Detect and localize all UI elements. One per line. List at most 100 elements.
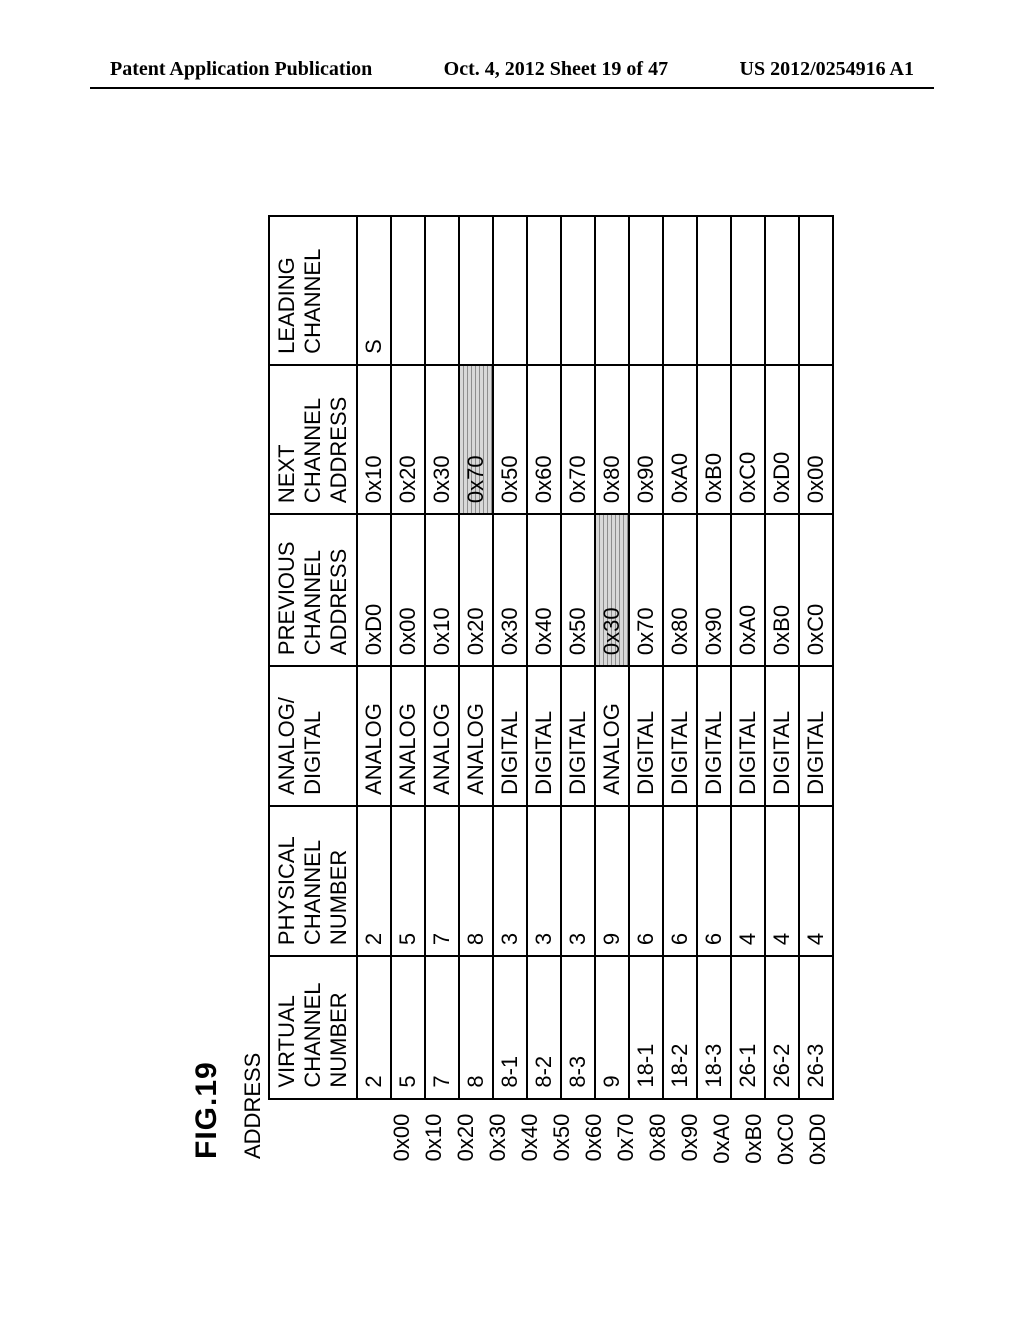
header-right: US 2012/0254916 A1 xyxy=(740,58,914,81)
table-row: 8-33DIGITAL0x500x70 xyxy=(561,216,595,1099)
table-row: 18-16DIGITAL0x700x90 xyxy=(629,216,663,1099)
cell-previous-channel-address: 0x70 xyxy=(629,514,663,666)
cell-previous-channel-address: 0x40 xyxy=(527,514,561,666)
cell-physical-channel-number: 5 xyxy=(391,806,425,956)
cell-virtual-channel-number: 18-1 xyxy=(629,956,663,1099)
col-analog-digital: ANALOG/DIGITAL xyxy=(269,666,357,806)
table-row: 26-34DIGITAL0xC00x00 xyxy=(799,216,833,1099)
table-row: 55ANALOG0x000x20 xyxy=(391,216,425,1099)
cell-analog-digital: DIGITAL xyxy=(493,666,527,806)
channel-table: VIRTUALCHANNELNUMBER PHYSICALCHANNELNUMB… xyxy=(268,215,834,1100)
table-row: 18-26DIGITAL0x800xA0 xyxy=(663,216,697,1099)
cell-previous-channel-address: 0xB0 xyxy=(765,514,799,666)
header-center: Oct. 4, 2012 Sheet 19 of 47 xyxy=(444,58,668,81)
table-row: 77ANALOG0x100x30 xyxy=(425,216,459,1099)
cell-analog-digital: ANALOG xyxy=(425,666,459,806)
cell-physical-channel-number: 3 xyxy=(561,806,595,956)
cell-analog-digital: DIGITAL xyxy=(561,666,595,806)
table-row: 8-13DIGITAL0x300x50 xyxy=(493,216,527,1099)
cell-next-channel-address: 0x90 xyxy=(629,365,663,514)
page-header: Patent Application Publication Oct. 4, 2… xyxy=(0,58,1024,89)
cell-leading-channel xyxy=(561,216,595,365)
cell-virtual-channel-number: 8-3 xyxy=(561,956,595,1099)
cell-virtual-channel-number: 26-2 xyxy=(765,956,799,1099)
cell-physical-channel-number: 6 xyxy=(629,806,663,956)
cell-analog-digital: DIGITAL xyxy=(799,666,833,806)
cell-next-channel-address: 0xC0 xyxy=(731,365,765,514)
address-header-spacer xyxy=(294,1110,386,1165)
cell-next-channel-address: 0xD0 xyxy=(765,365,799,514)
cell-analog-digital: DIGITAL xyxy=(527,666,561,806)
cell-analog-digital: DIGITAL xyxy=(697,666,731,806)
address-cell: 0x70 xyxy=(610,1110,642,1165)
cell-physical-channel-number: 8 xyxy=(459,806,493,956)
cell-previous-channel-address: 0x80 xyxy=(663,514,697,666)
cell-physical-channel-number: 3 xyxy=(527,806,561,956)
cell-previous-channel-address: 0x30 xyxy=(595,514,629,666)
address-cell: 0x20 xyxy=(450,1110,482,1165)
address-cell: 0x50 xyxy=(546,1110,578,1165)
figure-label: FIG.19 xyxy=(190,215,224,1159)
cell-analog-digital: ANALOG xyxy=(391,666,425,806)
figure-sheet: FIG.19 ADDRESS 0x000x100x200x300x400x500… xyxy=(190,215,834,1165)
address-cell: 0xA0 xyxy=(706,1110,738,1165)
cell-leading-channel xyxy=(731,216,765,365)
cell-analog-digital: DIGITAL xyxy=(765,666,799,806)
cell-previous-channel-address: 0x50 xyxy=(561,514,595,666)
cell-previous-channel-address: 0xC0 xyxy=(799,514,833,666)
table-row: 8-23DIGITAL0x400x60 xyxy=(527,216,561,1099)
cell-leading-channel xyxy=(595,216,629,365)
cell-next-channel-address: 0x50 xyxy=(493,365,527,514)
table-row: 22ANALOG0xD00x10S xyxy=(357,216,391,1099)
cell-leading-channel: S xyxy=(357,216,391,365)
cell-leading-channel xyxy=(493,216,527,365)
cell-virtual-channel-number: 8-2 xyxy=(527,956,561,1099)
address-column: 0x000x100x200x300x400x500x600x700x800x90… xyxy=(268,1100,834,1165)
address-cell: 0xD0 xyxy=(802,1110,834,1165)
cell-previous-channel-address: 0x20 xyxy=(459,514,493,666)
table-header-row: VIRTUALCHANNELNUMBER PHYSICALCHANNELNUMB… xyxy=(269,216,357,1099)
cell-analog-digital: DIGITAL xyxy=(731,666,765,806)
table-row: 26-24DIGITAL0xB00xD0 xyxy=(765,216,799,1099)
cell-virtual-channel-number: 8 xyxy=(459,956,493,1099)
cell-virtual-channel-number: 5 xyxy=(391,956,425,1099)
cell-virtual-channel-number: 18-3 xyxy=(697,956,731,1099)
header-row: Patent Application Publication Oct. 4, 2… xyxy=(0,58,1024,81)
col-virtual-channel-number: VIRTUALCHANNELNUMBER xyxy=(269,956,357,1099)
address-cell: 0x60 xyxy=(578,1110,610,1165)
address-cell: 0x30 xyxy=(482,1110,514,1165)
cell-physical-channel-number: 7 xyxy=(425,806,459,956)
cell-virtual-channel-number: 18-2 xyxy=(663,956,697,1099)
table-body: 22ANALOG0xD00x10S55ANALOG0x000x2077ANALO… xyxy=(357,216,833,1099)
cell-leading-channel xyxy=(799,216,833,365)
figure-rotated-container: FIG.19 ADDRESS 0x000x100x200x300x400x500… xyxy=(190,215,834,1165)
table-grid: 0x000x100x200x300x400x500x600x700x800x90… xyxy=(268,215,834,1165)
cell-next-channel-address: 0x80 xyxy=(595,365,629,514)
address-cell: 0xB0 xyxy=(738,1110,770,1165)
cell-analog-digital: ANALOG xyxy=(459,666,493,806)
cell-physical-channel-number: 3 xyxy=(493,806,527,956)
header-left: Patent Application Publication xyxy=(110,58,372,81)
cell-leading-channel xyxy=(425,216,459,365)
col-physical-channel-number: PHYSICALCHANNELNUMBER xyxy=(269,806,357,956)
address-cell: 0x00 xyxy=(386,1110,418,1165)
table-row: 26-14DIGITAL0xA00xC0 xyxy=(731,216,765,1099)
cell-previous-channel-address: 0xD0 xyxy=(357,514,391,666)
page: Patent Application Publication Oct. 4, 2… xyxy=(0,0,1024,1320)
cell-analog-digital: ANALOG xyxy=(357,666,391,806)
address-cell: 0x10 xyxy=(418,1110,450,1165)
cell-physical-channel-number: 4 xyxy=(799,806,833,956)
cell-physical-channel-number: 9 xyxy=(595,806,629,956)
cell-physical-channel-number: 6 xyxy=(663,806,697,956)
cell-previous-channel-address: 0x10 xyxy=(425,514,459,666)
cell-physical-channel-number: 4 xyxy=(731,806,765,956)
cell-virtual-channel-number: 8-1 xyxy=(493,956,527,1099)
cell-next-channel-address: 0x70 xyxy=(561,365,595,514)
col-previous-channel-address: PREVIOUSCHANNELADDRESS xyxy=(269,514,357,666)
cell-next-channel-address: 0x60 xyxy=(527,365,561,514)
address-cell: 0xC0 xyxy=(770,1110,802,1165)
cell-physical-channel-number: 6 xyxy=(697,806,731,956)
cell-next-channel-address: 0x20 xyxy=(391,365,425,514)
cell-next-channel-address: 0xB0 xyxy=(697,365,731,514)
cell-virtual-channel-number: 26-1 xyxy=(731,956,765,1099)
